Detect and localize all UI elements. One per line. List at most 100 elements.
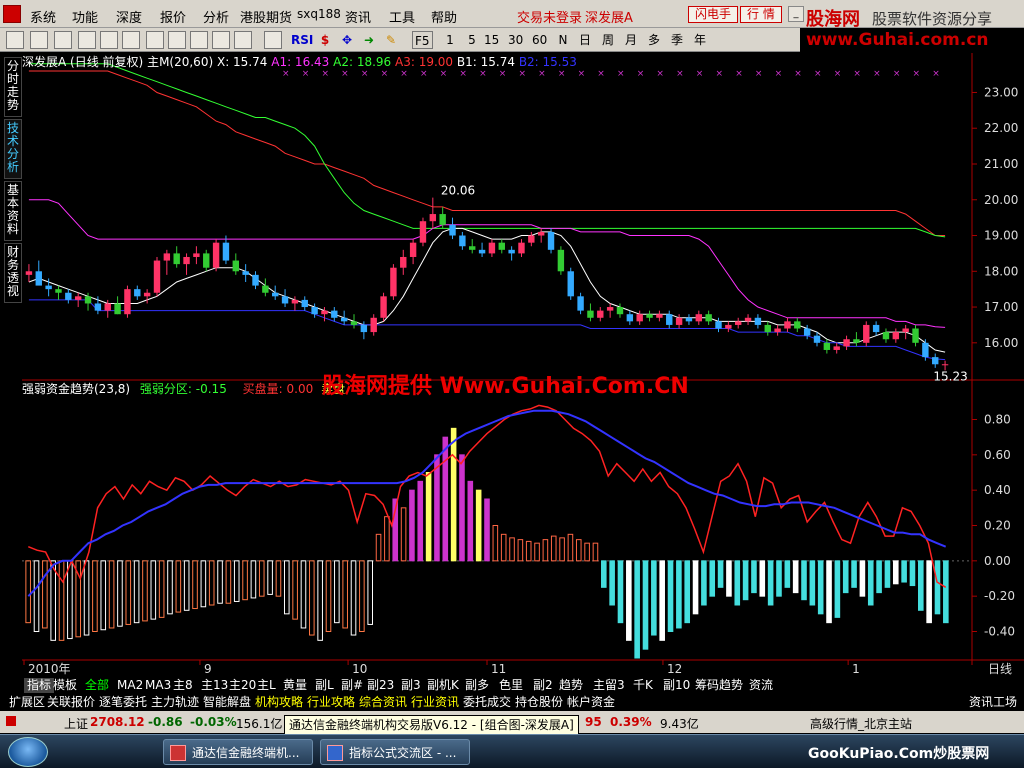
- server-status[interactable]: 高级行情_北京主站: [810, 715, 912, 732]
- period-5m[interactable]: 5: [463, 31, 481, 49]
- market-button[interactable]: 行 情: [740, 6, 782, 23]
- menu-hk-futures[interactable]: 港股期货: [240, 7, 292, 26]
- sub-bar: [684, 560, 691, 624]
- tab-info-4[interactable]: 智能解盘: [200, 695, 254, 710]
- tab-info-6[interactable]: 行业攻略: [304, 695, 358, 710]
- tab-indicator-20[interactable]: 千K: [630, 678, 656, 693]
- tab-indicator-21[interactable]: 副10: [660, 678, 693, 693]
- sub-bar: [842, 560, 849, 594]
- tab-info-2[interactable]: 逐笔委托: [96, 695, 150, 710]
- menu-system[interactable]: 系统: [30, 7, 56, 26]
- tab-indicator-15[interactable]: 副多: [462, 678, 492, 693]
- tab-indicator-22[interactable]: 筹码趋势: [692, 678, 746, 693]
- period-60m[interactable]: 60: [530, 31, 549, 49]
- rsi-button[interactable]: RSI: [289, 31, 315, 49]
- period-1m[interactable]: 1: [441, 31, 459, 49]
- period-n[interactable]: N: [554, 31, 572, 49]
- candle-body: [725, 324, 732, 329]
- tab-info-5[interactable]: 机构攻略: [252, 695, 306, 710]
- f5-icon[interactable]: [234, 31, 252, 49]
- flash-hand-button[interactable]: 闪电手: [688, 6, 739, 23]
- sub-bar: [943, 560, 949, 624]
- tab-indicator-5[interactable]: 主8: [170, 678, 196, 693]
- tab-indicator-10[interactable]: 副L: [312, 678, 337, 693]
- price-annotation-1: 15.23: [933, 369, 967, 383]
- start-button[interactable]: [8, 737, 48, 767]
- f5-button[interactable]: F5: [412, 31, 433, 49]
- tab-info-7[interactable]: 综合资讯: [356, 695, 410, 710]
- chart-area[interactable]: 16.00 17.00 18.00 19.00 20.00 21.00 22.00 23.00…: [22, 53, 1024, 679]
- tab-indicator-8[interactable]: 主L: [254, 678, 279, 693]
- stock-title: 深发展A: [22, 55, 67, 69]
- tab-info-3[interactable]: 主力轨迹: [148, 695, 202, 710]
- kline-icon[interactable]: [78, 31, 96, 49]
- signal-marker: ×: [518, 69, 526, 79]
- pencil-icon[interactable]: ✎: [382, 31, 400, 49]
- y-tick-label-main-5: 21.00: [984, 157, 1018, 171]
- candle-body: [114, 303, 121, 315]
- f12-icon[interactable]: [190, 31, 208, 49]
- doc-icon[interactable]: [212, 31, 230, 49]
- f9-icon[interactable]: [168, 31, 186, 49]
- tab-indicator-1[interactable]: 模板: [50, 678, 80, 693]
- task-forum[interactable]: 指标公式交流区 - ...: [320, 739, 470, 765]
- menu-function[interactable]: 功能: [72, 7, 98, 26]
- menu-tools[interactable]: 工具: [389, 7, 415, 26]
- move-icon[interactable]: ✥: [338, 31, 356, 49]
- tab-info-9[interactable]: 委托成交: [460, 695, 514, 710]
- dollar-icon[interactable]: $: [316, 31, 334, 49]
- minimize-icon[interactable]: _: [788, 6, 804, 22]
- trade-status: 交易未登录: [517, 11, 583, 26]
- menu-help[interactable]: 帮助: [431, 7, 457, 26]
- period-month[interactable]: 月: [622, 31, 640, 49]
- tab-info-1[interactable]: 关联报价: [44, 695, 98, 710]
- tab-indicator-9[interactable]: 黄量: [280, 678, 310, 693]
- period-30m[interactable]: 30: [506, 31, 525, 49]
- tab-indicator-13[interactable]: 副3: [398, 678, 424, 693]
- y-tick-label-main-0: 16.00: [984, 336, 1018, 350]
- tab-indicator-2[interactable]: 全部: [82, 678, 112, 693]
- tab-indicator-17[interactable]: 副2: [530, 678, 556, 693]
- pie-icon[interactable]: [146, 31, 164, 49]
- grid-icon[interactable]: [30, 31, 48, 49]
- tab-info-8[interactable]: 行业资讯: [408, 695, 462, 710]
- task-tdx[interactable]: 通达信金融终端机...: [163, 739, 313, 765]
- period-week[interactable]: 周: [599, 31, 617, 49]
- tab-indicator-18[interactable]: 趋势: [556, 678, 586, 693]
- period-multi[interactable]: 多: [645, 31, 663, 49]
- tab-financial[interactable]: 财务透视: [4, 243, 22, 303]
- period-day[interactable]: 日: [576, 31, 594, 49]
- check-icon[interactable]: [6, 31, 24, 49]
- wave-icon[interactable]: [264, 31, 282, 49]
- menu-sxq188[interactable]: sxq188: [297, 7, 341, 21]
- menu-quote[interactable]: 报价: [160, 7, 186, 26]
- app-logo-icon: [3, 5, 21, 23]
- table-icon[interactable]: [100, 31, 118, 49]
- tab-indicator-14[interactable]: 副机K: [424, 678, 462, 693]
- tab-fundamental[interactable]: 基本资料: [4, 181, 22, 241]
- tab-indicator-16[interactable]: 色里: [496, 678, 526, 693]
- tab-info-0[interactable]: 扩展区: [6, 695, 48, 710]
- candle-body: [597, 310, 604, 318]
- menu-depth[interactable]: 深度: [116, 7, 142, 26]
- signal-marker: ×: [538, 69, 546, 79]
- f10-icon[interactable]: [122, 31, 140, 49]
- tab-technical[interactable]: 技术分析: [4, 119, 22, 179]
- period-15m[interactable]: 15: [482, 31, 501, 49]
- menu-analysis[interactable]: 分析: [203, 7, 229, 26]
- tab-info-11[interactable]: 帐户资金: [564, 695, 618, 710]
- tab-intraday[interactable]: 分时走势: [4, 57, 22, 117]
- menu-news[interactable]: 资讯: [345, 7, 371, 26]
- tab-info-10[interactable]: 持仓股份: [512, 695, 566, 710]
- line-chart-icon[interactable]: [54, 31, 72, 49]
- tab-indicator-12[interactable]: 副23: [364, 678, 397, 693]
- arrow-icon[interactable]: ➜: [360, 31, 378, 49]
- tab-indicator-23[interactable]: 资流: [746, 678, 776, 693]
- sub-indicator-name: 强弱资金趋势(23,8): [22, 382, 131, 396]
- tab-indicator-19[interactable]: 主留3: [590, 678, 628, 693]
- period-year[interactable]: 年: [691, 31, 709, 49]
- tab-indicator-11[interactable]: 副#: [338, 678, 366, 693]
- chart-canvas[interactable]: 16.00 17.00 18.00 19.00 20.00 21.00 22.00 23.00…: [22, 53, 1024, 679]
- period-season[interactable]: 季: [668, 31, 686, 49]
- tab-info-workshop[interactable]: 资讯工场: [966, 695, 1020, 710]
